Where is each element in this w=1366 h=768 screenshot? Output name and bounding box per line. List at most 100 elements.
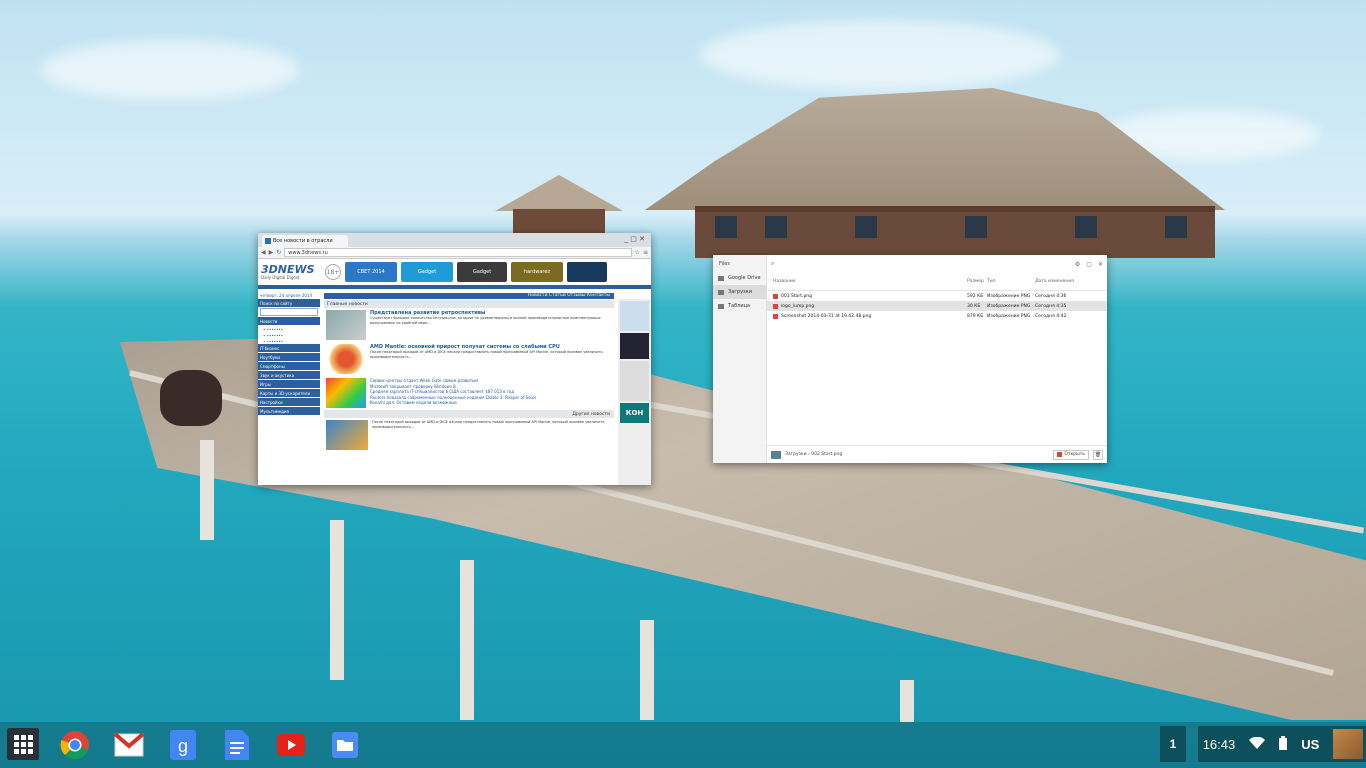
menu-icon[interactable]: ≡	[643, 249, 648, 256]
close-icon[interactable]: ✕	[1098, 261, 1103, 268]
image-file-icon	[773, 293, 778, 299]
news-item[interactable]: Konami дал: Оставим недели возможные	[370, 400, 536, 406]
article-card[interactable]: AMD Mantle: основной прирост получат сис…	[324, 342, 614, 376]
column-size[interactable]: Размер	[967, 279, 987, 284]
files-toolbar: ⌕ ⚙ ▢ ✕	[767, 255, 1107, 273]
site-header: 3DNEWS Daily Digital Digest 18+ СВЕТ 201…	[258, 259, 651, 289]
files-sidebar: Files Google Drive Загрузки Таблица	[713, 255, 767, 463]
pier-post	[200, 440, 214, 540]
file-row[interactable]: Screenshot 2014-03-31 at 19.42.48.png 87…	[767, 311, 1107, 321]
web-page: 3DNEWS Daily Digital Digest 18+ СВЕТ 201…	[258, 259, 651, 485]
reload-icon[interactable]: ↻	[276, 249, 281, 256]
cloud	[700, 20, 1060, 90]
top-links[interactable]: Новости Статьи Отзывы Контакты	[324, 293, 614, 299]
files-icon[interactable]	[329, 729, 361, 761]
files-window[interactable]: Files Google Drive Загрузки Таблица ⌕ ⚙ …	[713, 255, 1107, 463]
ad-banner[interactable]: hardwarez	[511, 262, 563, 282]
site-right-column: КОН	[618, 299, 651, 485]
youtube-icon[interactable]	[275, 729, 307, 761]
articles-thumbnail[interactable]	[326, 378, 366, 408]
more-news-link[interactable]: Другие новости	[324, 410, 614, 418]
drive-icon	[718, 275, 724, 281]
news-list: Сервис-центры отдает Week Gate самым раз…	[324, 376, 614, 410]
tab-strip: Все новости в отрасли _ ▢ ✕	[258, 233, 651, 247]
nav-notebooks[interactable]: Ноутбуки	[258, 353, 320, 361]
files-main-panel: ⌕ ⚙ ▢ ✕ Название Размер Тип Дата изменен…	[767, 255, 1107, 463]
wifi-icon	[1249, 736, 1266, 752]
star-icon[interactable]: ☆	[635, 249, 640, 256]
file-row[interactable]: 001 Start.png 592 КБ Изображение PNG Сег…	[767, 291, 1107, 301]
system-tray[interactable]: 16:43 US	[1198, 726, 1366, 762]
chrome-icon[interactable]	[59, 729, 91, 761]
article-card[interactable]: Представлена развитие ретроспективы Суще…	[324, 308, 614, 342]
site-search-input[interactable]	[260, 308, 318, 316]
column-name[interactable]: Название	[767, 279, 967, 284]
docs-icon[interactable]	[221, 729, 253, 761]
delete-button[interactable]: 🗑	[1093, 449, 1103, 460]
sidebar-item-downloads[interactable]: Загрузки	[713, 285, 766, 299]
side-ad[interactable]	[620, 333, 649, 359]
app-launcher-button[interactable]	[7, 728, 39, 760]
site-left-nav: четверг, 24 апреля 2014 Поиск по сайту Н…	[258, 293, 320, 485]
nav-games[interactable]: Игры	[258, 380, 320, 388]
chrome-window[interactable]: Все новости в отрасли _ ▢ ✕ ◀ ▶ ↻ www.3d…	[258, 233, 651, 485]
ad-banner[interactable]: Gadget	[401, 262, 453, 282]
nav-search[interactable]: Поиск по сайту	[258, 299, 320, 307]
column-type[interactable]: Тип	[987, 279, 1035, 284]
nav-gpu[interactable]: Карты и 3D-ускорители	[258, 389, 320, 397]
status-area[interactable]: 1 16:43 US	[1160, 726, 1366, 762]
files-title: Files	[719, 261, 730, 267]
google-search-icon[interactable]: g	[167, 729, 199, 761]
promo-text: После некоторой выходов от AMD и DICE на…	[372, 420, 605, 429]
side-ad[interactable]	[620, 301, 649, 331]
article-text: Существует большое количество энтузиасто…	[370, 316, 601, 325]
maximize-icon[interactable]: ▢	[1086, 261, 1092, 268]
gmail-icon[interactable]	[113, 729, 145, 761]
site-logo[interactable]: 3DNEWS Daily Digital Digest	[261, 261, 321, 283]
nav-settings[interactable]: Настройки	[258, 398, 320, 406]
clock: 16:43	[1202, 736, 1236, 752]
sidebar-item-table[interactable]: Таблица	[713, 299, 766, 313]
file-list-header: Название Размер Тип Дата изменения	[767, 273, 1107, 291]
desktop-wallpaper	[0, 0, 1366, 768]
selected-path: Загрузки › 002 Start.png	[785, 452, 843, 457]
column-date[interactable]: Дата изменения	[1035, 279, 1107, 284]
cloud	[40, 40, 300, 100]
nav-smartphones[interactable]: Смартфоны	[258, 362, 320, 370]
pier-post	[640, 620, 654, 720]
small-hut	[495, 175, 623, 237]
nav-news[interactable]: Новости	[258, 317, 320, 325]
ad-banner[interactable]	[567, 262, 607, 282]
pier-post	[330, 520, 344, 680]
image-file-icon	[773, 313, 778, 319]
forward-icon[interactable]: ▶	[269, 249, 274, 256]
pier-post	[900, 680, 914, 722]
notification-badge[interactable]: 1	[1160, 726, 1186, 762]
image-file-icon	[773, 303, 778, 309]
nav-multimedia[interactable]: Мультимедия	[258, 407, 320, 415]
file-row[interactable]: logo_lump.png 30 КБ Изображение PNG Сего…	[767, 301, 1107, 311]
preview-thumbnail	[771, 450, 781, 459]
site-content: Новости Статьи Отзывы Контакты Главные н…	[324, 293, 614, 485]
address-bar[interactable]: www.3dnews.ru	[284, 248, 632, 257]
pier-post	[460, 560, 474, 720]
avatar[interactable]	[1333, 729, 1364, 759]
side-ad[interactable]	[620, 361, 649, 401]
search-icon[interactable]: ⌕	[771, 260, 774, 268]
image-viewer-icon	[1057, 452, 1063, 457]
nav-it-business[interactable]: IT-бизнес	[258, 344, 320, 352]
battery-icon	[1279, 735, 1288, 753]
browser-tab[interactable]: Все новости в отрасли	[262, 235, 348, 247]
back-icon[interactable]: ◀	[261, 249, 266, 256]
sidebar-item-google-drive[interactable]: Google Drive	[713, 271, 766, 285]
window-controls[interactable]: _ ▢ ✕	[625, 235, 645, 243]
side-ad[interactable]: КОН	[620, 403, 649, 423]
open-button[interactable]: Открыть	[1053, 449, 1089, 460]
nav-audio[interactable]: Звук и акустика	[258, 371, 320, 379]
gear-icon[interactable]: ⚙	[1075, 261, 1080, 268]
ad-banner[interactable]: Gadget	[457, 262, 507, 282]
promo-thumbnail[interactable]	[326, 420, 368, 450]
ad-banner[interactable]: СВЕТ 2014	[345, 262, 397, 282]
article-thumbnail	[326, 310, 366, 340]
news-item[interactable]: Средняя зарплата IT-специалистов в США с…	[370, 389, 536, 395]
